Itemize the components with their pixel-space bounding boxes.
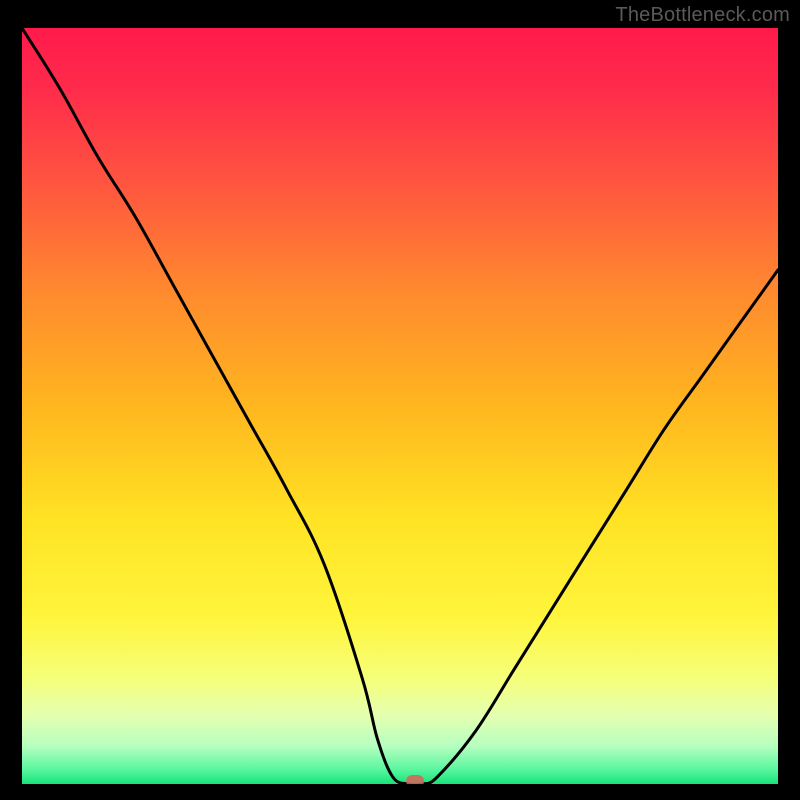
valley-marker	[406, 775, 424, 784]
attribution-label: TheBottleneck.com	[615, 4, 790, 27]
gradient-background	[22, 28, 778, 784]
bottleneck-chart	[22, 28, 778, 784]
plot-area	[22, 28, 778, 784]
chart-frame: TheBottleneck.com	[0, 0, 800, 800]
